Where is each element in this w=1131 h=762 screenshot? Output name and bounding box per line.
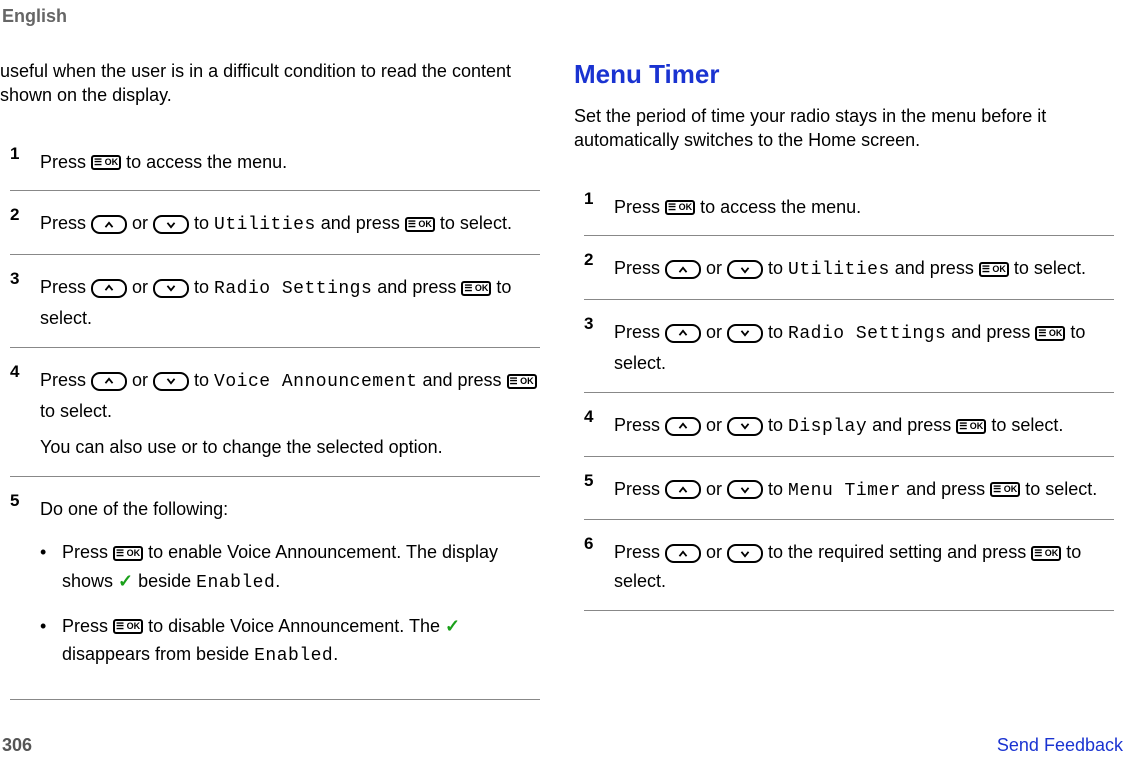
step-number: 4 bbox=[10, 362, 40, 462]
step-number: 5 bbox=[10, 491, 40, 685]
step: 4Press or to Display and press to select… bbox=[584, 392, 1114, 456]
step: 3Press or to Radio Settings and press to… bbox=[584, 299, 1114, 392]
checkmark-icon: ✓ bbox=[118, 571, 133, 591]
down-arrow-icon bbox=[727, 544, 763, 563]
ok-button-icon bbox=[405, 217, 435, 232]
down-arrow-icon bbox=[727, 260, 763, 279]
step-body: Press or to Utilities and press to selec… bbox=[40, 205, 540, 240]
ok-button-icon bbox=[665, 200, 695, 215]
down-arrow-icon bbox=[153, 215, 189, 234]
step-body: Press to access the menu. bbox=[614, 189, 1114, 222]
step-number: 2 bbox=[10, 205, 40, 240]
step-number: 3 bbox=[10, 269, 40, 333]
right-intro-text: Set the period of time your radio stays … bbox=[574, 104, 1114, 153]
step: 5Press or to Menu Timer and press to sel… bbox=[584, 456, 1114, 520]
lcd-text: Enabled bbox=[196, 573, 275, 593]
step-body: Do one of the following:•Press to enable… bbox=[40, 491, 540, 685]
lcd-text: Radio Settings bbox=[214, 279, 372, 299]
step: 2Press or to Utilities and press to sele… bbox=[10, 190, 540, 254]
step-body: Press or to Menu Timer and press to sele… bbox=[614, 471, 1114, 506]
up-arrow-icon bbox=[665, 417, 701, 436]
down-arrow-icon bbox=[727, 480, 763, 499]
step: 3Press or to Radio Settings and press to… bbox=[10, 254, 540, 347]
step: 1Press to access the menu. bbox=[584, 175, 1114, 236]
ok-button-icon bbox=[91, 155, 121, 170]
step-number: 1 bbox=[10, 144, 40, 177]
step: 4Press or to Voice Announcement and pres… bbox=[10, 347, 540, 476]
lcd-text: Utilities bbox=[788, 260, 890, 280]
step-number: 5 bbox=[584, 471, 614, 506]
step-body: Press or to Voice Announcement and press… bbox=[40, 362, 540, 462]
step: 1Press to access the menu. bbox=[10, 130, 540, 191]
up-arrow-icon bbox=[91, 279, 127, 298]
step-body: Press or to the required setting and pre… bbox=[614, 534, 1114, 596]
step-number: 3 bbox=[584, 314, 614, 378]
up-arrow-icon bbox=[665, 260, 701, 279]
step-number: 4 bbox=[584, 407, 614, 442]
step: 2Press or to Utilities and press to sele… bbox=[584, 235, 1114, 299]
right-column: Menu Timer Set the period of time your r… bbox=[574, 59, 1114, 700]
up-arrow-icon bbox=[665, 544, 701, 563]
lcd-text: Enabled bbox=[254, 646, 333, 666]
lcd-text: Utilities bbox=[214, 215, 316, 235]
up-arrow-icon bbox=[91, 215, 127, 234]
step-body: Press or to Radio Settings and press to … bbox=[40, 269, 540, 333]
send-feedback-link[interactable]: Send Feedback bbox=[997, 735, 1123, 756]
left-column: useful when the user is in a difficult c… bbox=[0, 59, 540, 700]
ok-button-icon bbox=[979, 262, 1009, 277]
step-number: 1 bbox=[584, 189, 614, 222]
bullet-item: •Press to enable Voice Announcement. The… bbox=[40, 538, 540, 598]
step-body: Press or to Radio Settings and press to … bbox=[614, 314, 1114, 378]
lcd-text: Voice Announcement bbox=[214, 372, 417, 392]
step-body: Press or to Utilities and press to selec… bbox=[614, 250, 1114, 285]
up-arrow-icon bbox=[665, 324, 701, 343]
page-number: 306 bbox=[2, 735, 32, 756]
step: 5Do one of the following:•Press to enabl… bbox=[10, 476, 540, 700]
step-body: Press or to Display and press to select. bbox=[614, 407, 1114, 442]
ok-button-icon bbox=[956, 419, 986, 434]
step-body: Press to access the menu. bbox=[40, 144, 540, 177]
step-number: 2 bbox=[584, 250, 614, 285]
ok-button-icon bbox=[461, 281, 491, 296]
down-arrow-icon bbox=[727, 417, 763, 436]
ok-button-icon bbox=[507, 374, 537, 389]
lcd-text: Display bbox=[788, 417, 867, 437]
left-intro-text: useful when the user is in a difficult c… bbox=[0, 59, 540, 108]
ok-button-icon bbox=[113, 619, 143, 634]
checkmark-icon: ✓ bbox=[445, 616, 460, 636]
ok-button-icon bbox=[1035, 326, 1065, 341]
down-arrow-icon bbox=[727, 324, 763, 343]
bullet-item: •Press to disable Voice Announcement. Th… bbox=[40, 612, 540, 672]
down-arrow-icon bbox=[153, 372, 189, 391]
ok-button-icon bbox=[113, 546, 143, 561]
page-header-language: English bbox=[0, 6, 1123, 33]
up-arrow-icon bbox=[665, 480, 701, 499]
ok-button-icon bbox=[990, 482, 1020, 497]
up-arrow-icon bbox=[91, 372, 127, 391]
menu-timer-heading: Menu Timer bbox=[574, 59, 1114, 90]
step-number: 6 bbox=[584, 534, 614, 596]
ok-button-icon bbox=[1031, 546, 1061, 561]
lcd-text: Radio Settings bbox=[788, 324, 946, 344]
lcd-text: Menu Timer bbox=[788, 481, 901, 501]
step: 6Press or to the required setting and pr… bbox=[584, 519, 1114, 611]
down-arrow-icon bbox=[153, 279, 189, 298]
